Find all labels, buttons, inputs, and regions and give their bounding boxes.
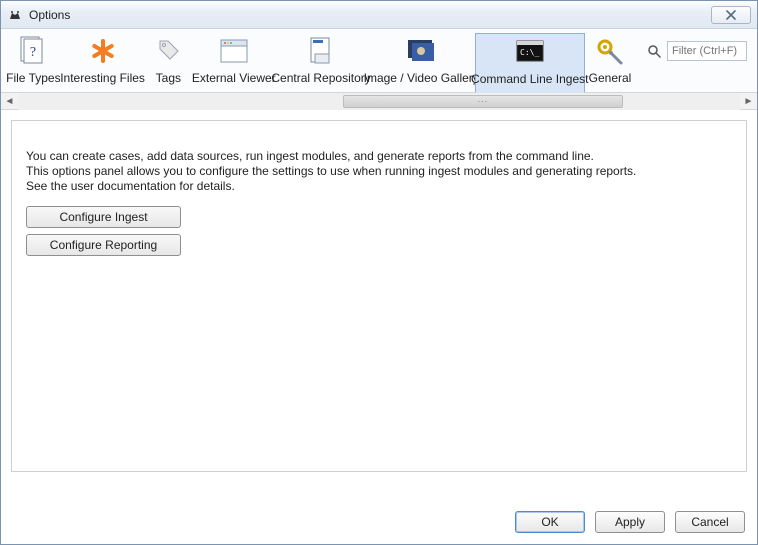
tab-label: Interesting Files [60, 71, 145, 85]
panel-line-2: This options panel allows you to configu… [26, 164, 732, 179]
toolbar-search-area [635, 33, 753, 61]
close-icon [725, 10, 737, 20]
svg-text:C:\_: C:\_ [520, 48, 539, 57]
tag-icon [152, 35, 184, 67]
tab-label: General [589, 71, 632, 85]
tab-label: External Viewer [192, 71, 276, 85]
tab-general[interactable]: General [585, 33, 635, 91]
hscroll-grip-icon: ∙∙∙ [478, 96, 489, 106]
window-title: Options [29, 8, 70, 22]
ok-button[interactable]: OK [515, 511, 585, 533]
configure-ingest-button[interactable]: Configure Ingest [26, 206, 181, 228]
app-icon [7, 7, 23, 23]
tab-tags[interactable]: Tags [143, 33, 193, 91]
photo-icon [405, 35, 437, 67]
tab-central-repository[interactable]: Central Repository [274, 33, 368, 91]
content-area: You can create cases, add data sources, … [1, 110, 757, 500]
tab-label: Image / Video Gallery [364, 71, 479, 85]
svg-text:?: ? [30, 45, 36, 60]
hscroll-left-arrow[interactable]: ◄ [1, 93, 18, 110]
search-icon [647, 44, 661, 58]
window-close-button[interactable] [711, 6, 751, 24]
tabbar-hscroll: ◄ ∙∙∙ ► [1, 93, 757, 110]
panel-description: You can create cases, add data sources, … [26, 149, 732, 194]
tab-external-viewer[interactable]: External Viewer [193, 33, 274, 91]
panel-line-1: You can create cases, add data sources, … [26, 149, 732, 164]
tab-label: Tags [156, 71, 181, 85]
options-tabbar: ? File Types Interesting Files Tags [1, 29, 757, 93]
cancel-button[interactable]: Cancel [675, 511, 745, 533]
tab-label: Command Line Ingest [471, 72, 588, 86]
hscroll-track[interactable]: ∙∙∙ [18, 93, 740, 110]
terminal-icon: C:\_ [514, 36, 546, 68]
dialog-footer: OK Apply Cancel [1, 500, 757, 544]
configure-reporting-button[interactable]: Configure Reporting [26, 234, 181, 256]
window-icon [218, 35, 250, 67]
tab-interesting-files[interactable]: Interesting Files [62, 33, 144, 91]
hscroll-thumb[interactable]: ∙∙∙ [343, 95, 623, 108]
title-bar: Options [1, 1, 757, 29]
tab-label: Central Repository [271, 71, 370, 85]
panel-line-3: See the user documentation for details. [26, 179, 732, 194]
file-question-icon: ? [17, 35, 49, 67]
filter-input[interactable] [667, 41, 747, 61]
file-box-icon [305, 35, 337, 67]
gear-wrench-icon [594, 35, 626, 67]
tab-file-types[interactable]: ? File Types [5, 33, 62, 91]
asterisk-icon [87, 35, 119, 67]
tab-image-video-gallery[interactable]: Image / Video Gallery [368, 33, 475, 91]
command-line-ingest-panel: You can create cases, add data sources, … [11, 120, 747, 472]
tab-label: File Types [6, 71, 60, 85]
hscroll-right-arrow[interactable]: ► [740, 93, 757, 110]
apply-button[interactable]: Apply [595, 511, 665, 533]
tab-command-line-ingest[interactable]: C:\_ Command Line Ingest [475, 33, 585, 93]
